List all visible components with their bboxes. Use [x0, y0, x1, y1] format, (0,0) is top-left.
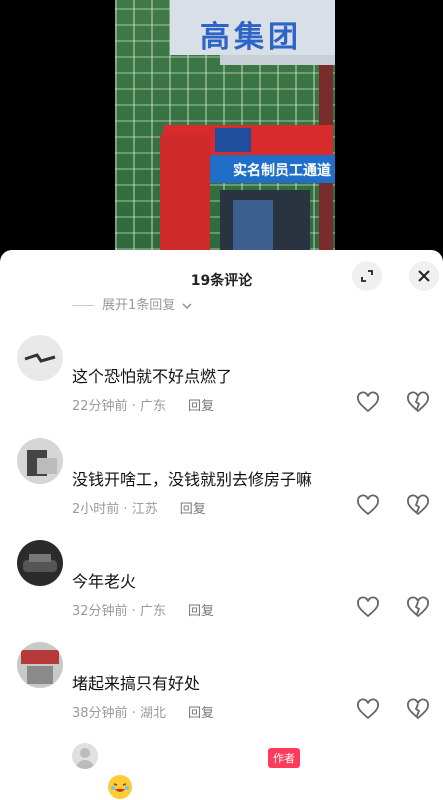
comment-item: 堵起来搞只有好处 38分钟前 · 湖北 回复	[0, 642, 443, 742]
comment-location: 江苏	[131, 502, 158, 517]
video-player[interactable]: 高集团 实名制员工通道	[0, 0, 443, 250]
close-icon	[418, 270, 430, 282]
expand-replies[interactable]: 展开1条回复	[72, 294, 193, 313]
comment-item: 没钱开啥工，没钱就别去修房子嘛 2小时前 · 江苏 回复	[0, 438, 443, 538]
comment-location: 广东	[139, 604, 166, 619]
reply-button[interactable]: 回复	[188, 604, 214, 619]
booth-logo	[215, 128, 251, 152]
comment-text: 堵起来搞只有好处	[72, 674, 201, 693]
heart-icon[interactable]	[356, 596, 380, 620]
comment-location: 广东	[139, 399, 166, 414]
reply-button[interactable]: 回复	[188, 706, 214, 721]
comment-time: 22分钟前	[72, 399, 128, 414]
comment-text: 今年老火	[72, 572, 137, 591]
chevron-down-icon	[182, 302, 192, 309]
laughing-emoji-icon	[108, 775, 132, 799]
reply-button[interactable]: 回复	[188, 399, 214, 414]
comment-location: 湖北	[139, 706, 166, 721]
reply-button[interactable]: 回复	[180, 502, 206, 517]
broken-heart-icon[interactable]	[406, 596, 430, 620]
comment-item: 这个恐怕就不好点燃了 22分钟前 · 广东 回复	[0, 335, 443, 435]
avatar[interactable]	[17, 540, 63, 586]
comment-item: 今年老火 32分钟前 · 广东 回复	[0, 540, 443, 640]
expand-button[interactable]	[352, 261, 382, 291]
booth-sign-text: 实名制员工通道	[233, 163, 331, 179]
comment-meta: 22分钟前 · 广东 回复	[72, 399, 214, 414]
comment-meta: 32分钟前 · 广东 回复	[72, 604, 214, 619]
broken-heart-icon[interactable]	[406, 698, 430, 722]
heart-icon[interactable]	[356, 391, 380, 415]
comment-meta: 38分钟前 · 湖北 回复	[72, 706, 214, 721]
comment-panel-header: 19条评论	[0, 250, 443, 308]
broken-heart-icon[interactable]	[406, 494, 430, 518]
avatar[interactable]	[17, 642, 63, 688]
author-badge: 作者	[268, 748, 300, 768]
close-button[interactable]	[409, 261, 439, 291]
comment-text: 没钱开啥工，没钱就别去修房子嘛	[72, 470, 313, 489]
building-sign-text: 高集团	[200, 20, 302, 55]
video-frame: 高集团 实名制员工通道	[115, 0, 335, 250]
comment-panel: 19条评论 展开1条回复 这个恐怕就不好点燃了 22分钟前 · 广东 回复 没钱…	[0, 250, 443, 800]
broken-heart-icon[interactable]	[406, 391, 430, 415]
divider-line	[72, 305, 94, 306]
comment-time: 2小时前	[72, 502, 120, 517]
expand-replies-label: 展开1条回复	[102, 298, 176, 313]
comment-text: 这个恐怕就不好点燃了	[72, 367, 233, 386]
comment-meta: 2小时前 · 江苏 回复	[72, 502, 206, 517]
heart-icon[interactable]	[356, 494, 380, 518]
avatar[interactable]	[17, 335, 63, 381]
expand-icon	[361, 270, 373, 282]
avatar[interactable]	[72, 743, 98, 769]
comment-time: 38分钟前	[72, 706, 128, 721]
comment-time: 32分钟前	[72, 604, 128, 619]
heart-icon[interactable]	[356, 698, 380, 722]
avatar[interactable]	[17, 438, 63, 484]
reply-item: 作者	[0, 737, 443, 800]
